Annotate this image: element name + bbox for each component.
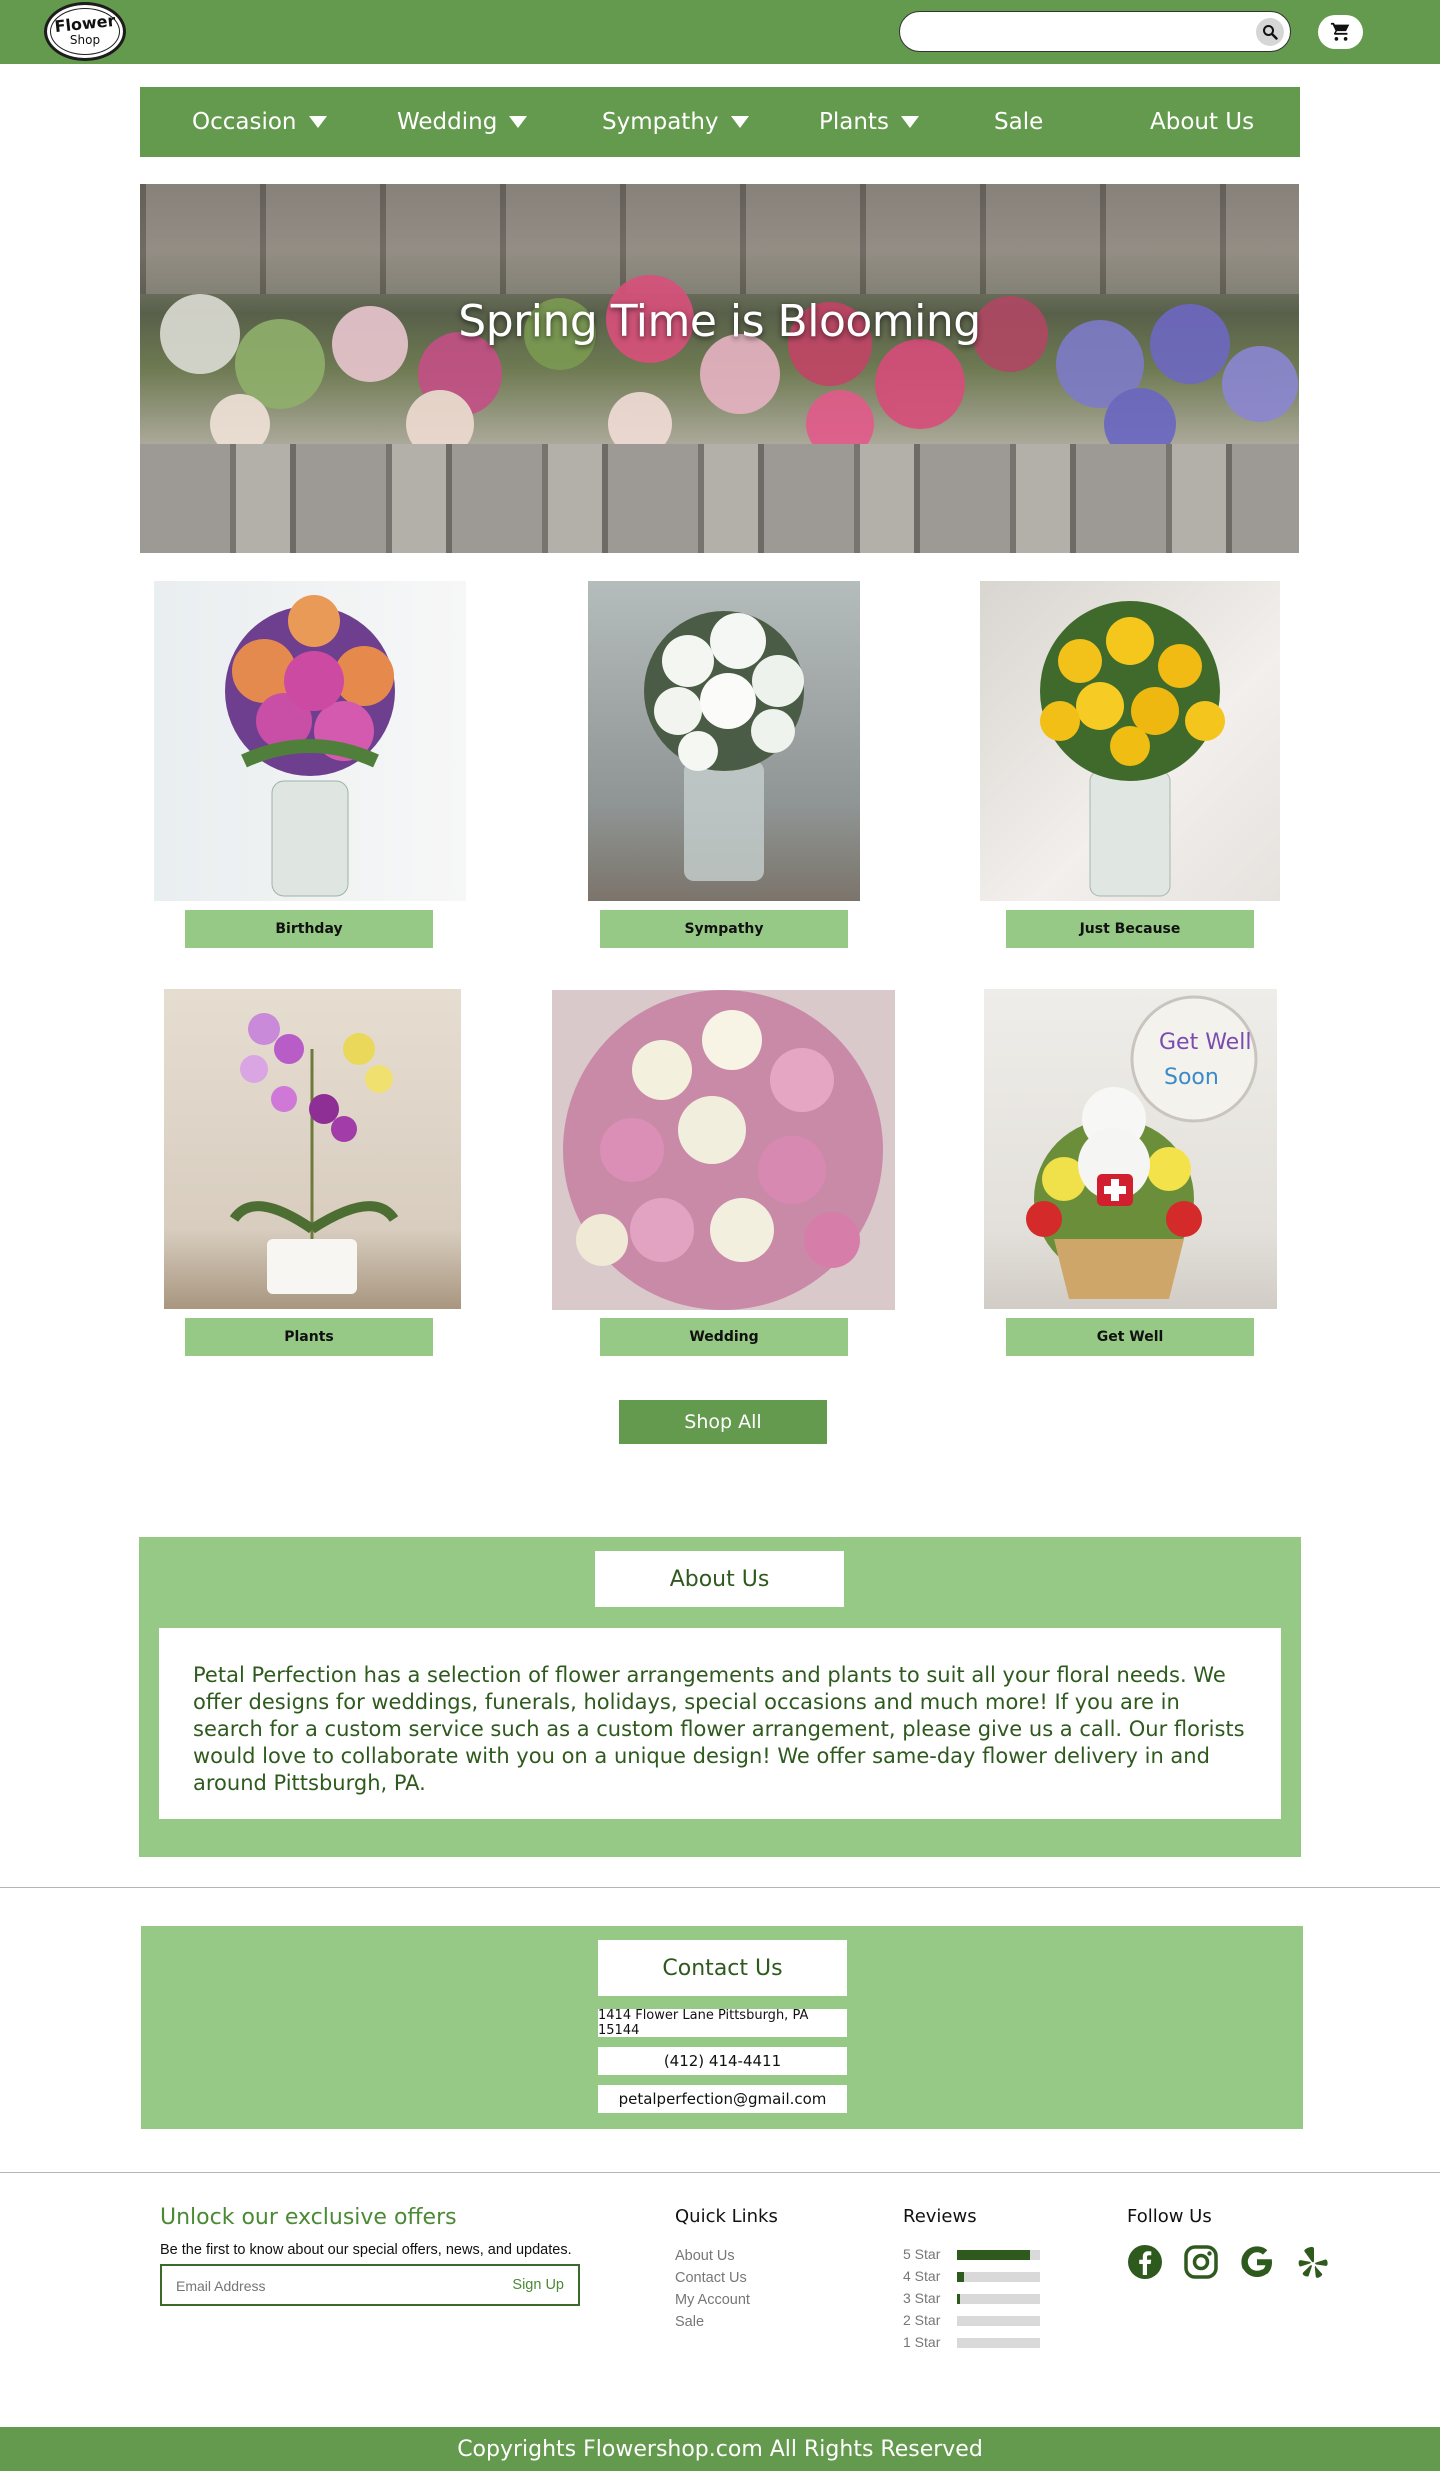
quick-links-title: Quick Links: [675, 2206, 778, 2227]
nav-item-label: Sale: [994, 109, 1044, 135]
hero-banner: Spring Time is Blooming: [140, 184, 1299, 553]
top-bar: Flower Shop: [0, 0, 1440, 64]
review-bar-fill: [957, 2272, 964, 2282]
get-well-image[interactable]: Get Well Soon: [984, 989, 1277, 1309]
nav-item-occasion[interactable]: Occasion: [192, 87, 327, 157]
email-signup-box: Sign Up: [160, 2264, 580, 2306]
quick-link-contact-us[interactable]: Contact Us: [675, 2270, 747, 2286]
svg-text:Soon: Soon: [1164, 1065, 1219, 1090]
facebook-icon[interactable]: [1127, 2244, 1163, 2280]
contact-title: Contact Us: [598, 1940, 847, 1996]
google-icon[interactable]: [1239, 2244, 1275, 2280]
category-button-just-because[interactable]: Just Because: [1006, 910, 1254, 948]
plants-image[interactable]: [164, 989, 461, 1309]
hero-title: Spring Time is Blooming: [458, 296, 981, 347]
svg-text:Get Well: Get Well: [1159, 1030, 1251, 1055]
caret-down-icon: [509, 116, 528, 128]
review-label: 4 Star: [903, 2268, 941, 2284]
about-body: Petal Perfection has a selection of flow…: [159, 1628, 1281, 1819]
category-button-wedding[interactable]: Wedding: [600, 1318, 848, 1356]
nav-item-label: Occasion: [192, 109, 297, 135]
search-box: [899, 11, 1291, 52]
birthday-image[interactable]: [154, 581, 466, 901]
offers-title: Unlock our exclusive offers: [160, 2205, 457, 2230]
about-title: About Us: [595, 1551, 844, 1607]
review-bar: [957, 2316, 1040, 2326]
nav-item-label: Wedding: [397, 109, 498, 135]
quick-link-sale[interactable]: Sale: [675, 2314, 704, 2330]
caret-down-icon: [900, 116, 919, 128]
nav-item-plants[interactable]: Plants: [819, 87, 919, 157]
divider: [0, 2172, 1440, 2173]
just-because-image[interactable]: [980, 581, 1280, 901]
review-bar: [957, 2272, 1040, 2282]
cart-button[interactable]: [1318, 15, 1363, 49]
review-label: 2 Star: [903, 2312, 941, 2328]
review-bar-fill: [957, 2294, 960, 2304]
review-bar: [957, 2338, 1040, 2348]
category-button-birthday[interactable]: Birthday: [185, 910, 433, 948]
search-input[interactable]: [916, 20, 1236, 42]
review-bar: [957, 2294, 1040, 2304]
copyright-text: Copyrights Flowershop.com All Rights Res…: [457, 2436, 983, 2462]
shop-all-button[interactable]: Shop All: [619, 1400, 827, 1444]
category-button-plants[interactable]: Plants: [185, 1318, 433, 1356]
quick-link-about-us[interactable]: About Us: [675, 2248, 735, 2264]
review-bar-fill: [957, 2250, 1030, 2260]
review-label: 5 Star: [903, 2246, 941, 2262]
search-button[interactable]: [1256, 18, 1284, 46]
nav-item-label: About Us: [1150, 109, 1255, 135]
sympathy-image[interactable]: [588, 581, 860, 901]
nav-item-label: Sympathy: [602, 109, 719, 135]
logo[interactable]: Flower Shop: [44, 2, 126, 61]
contact-section: Contact Us 1414 Flower Lane Pittsburgh, …: [141, 1926, 1303, 2129]
follow-us-title: Follow Us: [1127, 2206, 1212, 2227]
quick-link-my-account[interactable]: My Account: [675, 2292, 750, 2308]
hero-buckets: [140, 444, 1299, 553]
cart-icon: [1330, 22, 1349, 41]
contact-address: 1414 Flower Lane Pittsburgh, PA 15144: [598, 2008, 847, 2038]
wedding-image[interactable]: [552, 990, 895, 1310]
review-label: 1 Star: [903, 2334, 941, 2350]
review-label: 3 Star: [903, 2290, 941, 2306]
main-nav: Occasion Wedding Sympathy Plants Sale Ab…: [140, 87, 1300, 157]
review-bar: [957, 2250, 1040, 2260]
category-button-sympathy[interactable]: Sympathy: [600, 910, 848, 948]
nav-item-wedding[interactable]: Wedding: [397, 87, 528, 157]
divider: [0, 1887, 1440, 1888]
nav-item-about-us[interactable]: About Us: [1150, 87, 1254, 157]
sign-up-button[interactable]: Sign Up: [512, 2277, 564, 2293]
reviews-title: Reviews: [903, 2206, 977, 2227]
about-section: About Us Petal Perfection has a selectio…: [139, 1537, 1301, 1857]
nav-item-sale[interactable]: Sale: [994, 87, 1043, 157]
email-input[interactable]: [176, 2276, 476, 2296]
copyright-bar: Copyrights Flowershop.com All Rights Res…: [0, 2427, 1440, 2471]
category-button-get-well[interactable]: Get Well: [1006, 1318, 1254, 1356]
contact-email[interactable]: petalperfection@gmail.com: [598, 2085, 847, 2113]
nav-item-label: Plants: [819, 109, 889, 135]
caret-down-icon: [308, 116, 327, 128]
yelp-icon[interactable]: [1295, 2244, 1331, 2280]
search-icon: [1263, 25, 1278, 40]
instagram-icon[interactable]: [1183, 2244, 1219, 2280]
nav-item-sympathy[interactable]: Sympathy: [602, 87, 749, 157]
caret-down-icon: [730, 116, 749, 128]
offers-subtitle: Be the first to know about our special o…: [160, 2242, 572, 2258]
contact-phone[interactable]: (412) 414-4411: [598, 2047, 847, 2075]
